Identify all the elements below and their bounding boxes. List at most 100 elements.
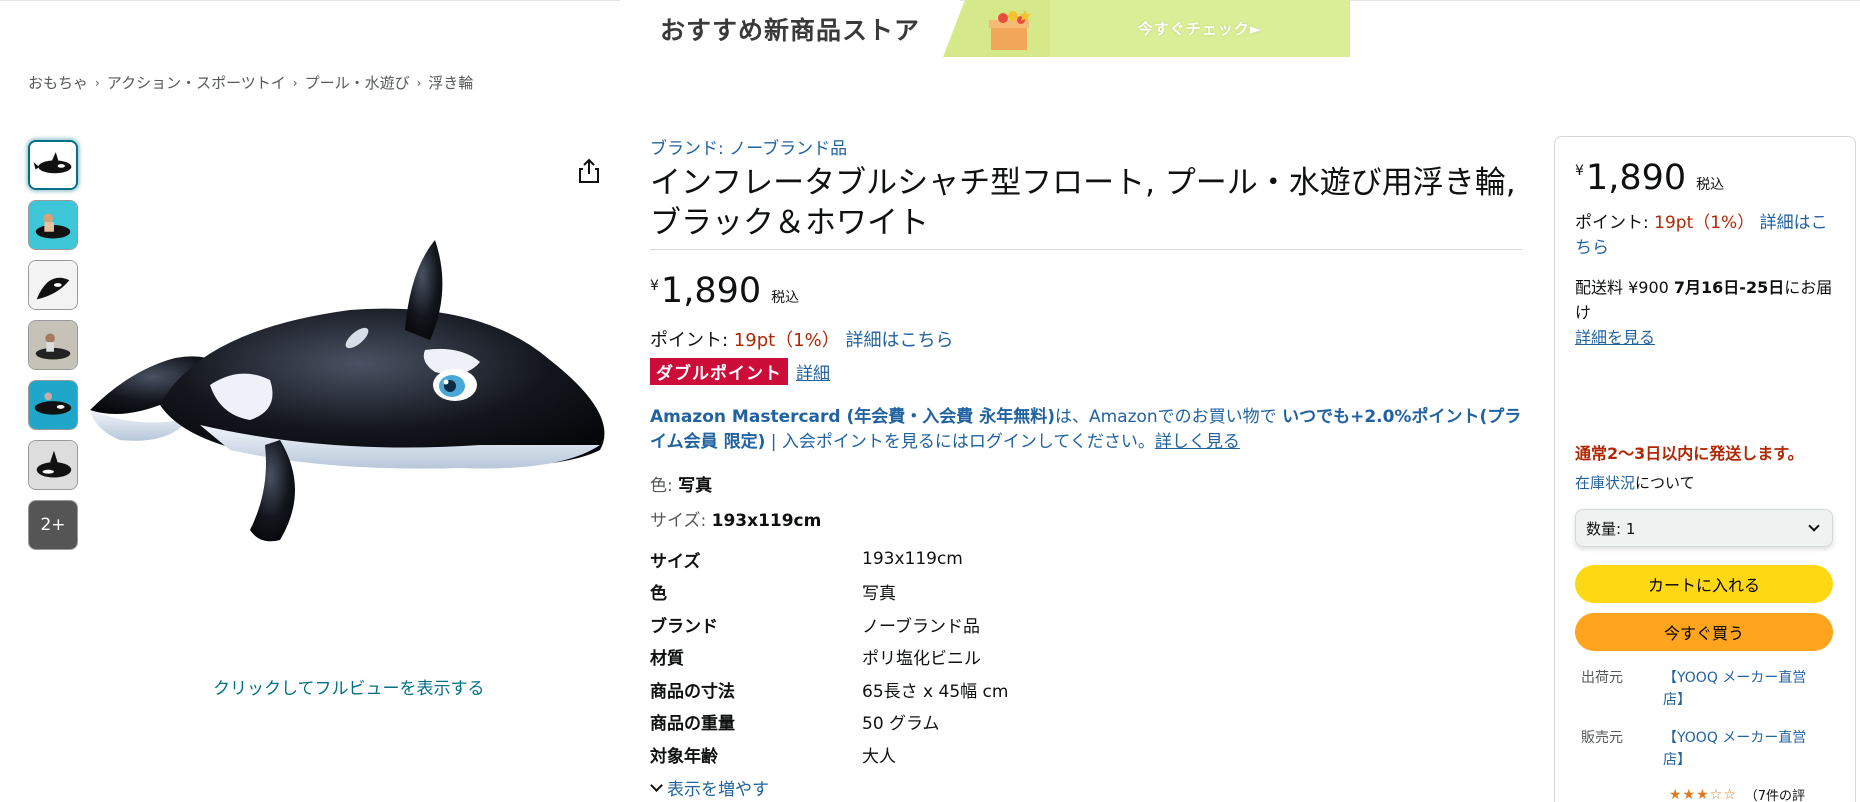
spec-key: 色 bbox=[650, 584, 667, 605]
spec-value: 写真 bbox=[862, 584, 896, 605]
breadcrumb-separator-icon: › bbox=[95, 75, 100, 90]
double-points-details-link[interactable]: 詳細 bbox=[796, 359, 830, 384]
gift-box-icon bbox=[989, 10, 1031, 50]
share-icon[interactable] bbox=[575, 157, 603, 185]
spec-key: ブランド bbox=[650, 616, 718, 637]
buybox-price-currency: ¥ bbox=[1575, 163, 1584, 179]
orca-dark-thumbnail-image bbox=[29, 441, 77, 489]
card-promo-title[interactable]: Amazon Mastercard (年会費・入会費 永年無料) bbox=[650, 407, 1055, 427]
buy-box: ¥ 1,890 税込 ポイント: 19pt（1%） 詳細はこちら 配送料 ¥90… bbox=[1554, 136, 1856, 802]
delivery-info: 配送料 ¥900 7月16日-25日にお届け 詳細を見る bbox=[1575, 275, 1835, 350]
ships-from-label: 出荷元 bbox=[1581, 670, 1623, 686]
sold-by-label: 販売元 bbox=[1581, 730, 1623, 746]
shipping-fee: 配送料 ¥900 bbox=[1575, 278, 1674, 297]
thumbnail-3[interactable] bbox=[28, 260, 78, 310]
ships-from-link[interactable]: 【YOOQ メーカー直営店】 bbox=[1663, 667, 1823, 711]
double-points-row: ダブルポイント 詳細 bbox=[650, 358, 1522, 385]
price-amount: 1,890 bbox=[660, 271, 762, 311]
product-title: インフレータブルシャチ型フロート, プール・水遊び用浮き輪, ブラック＆ホワイト bbox=[650, 163, 1522, 243]
size-value: 193x119cm bbox=[711, 511, 822, 531]
breadcrumb-separator-icon: › bbox=[416, 75, 422, 90]
buybox-price-amount: 1,890 bbox=[1585, 158, 1687, 198]
spec-value: 50 グラム bbox=[862, 714, 940, 735]
lifestyle-thumbnail-image bbox=[29, 321, 77, 369]
banner-store-title[interactable]: おすすめ新商品ストア bbox=[620, 0, 960, 57]
breadcrumb: おもちゃ › アクション・スポーツトイ › プール・水遊び › 浮き輪 bbox=[28, 72, 473, 93]
spec-row: ブランド ノーブランド品 bbox=[650, 608, 1522, 641]
fullview-link[interactable]: クリックしてフルビューを表示する bbox=[213, 674, 485, 699]
spec-value: 65長さ x 45幅 cm bbox=[862, 681, 1009, 702]
stock-availability-link[interactable]: 在庫状況 bbox=[1575, 474, 1635, 492]
thumbnail-2[interactable] bbox=[28, 200, 78, 250]
stock-note-suffix: について bbox=[1635, 474, 1695, 492]
size-selection: サイズ: 193x119cm bbox=[650, 506, 1522, 531]
thumbnail-list: 2+ bbox=[28, 140, 78, 560]
spec-value: ノーブランド品 bbox=[862, 616, 980, 637]
spec-row: サイズ 193x119cm bbox=[650, 543, 1522, 576]
title-divider bbox=[650, 249, 1522, 250]
stock-note: 在庫状況について bbox=[1575, 472, 1835, 493]
add-to-cart-button[interactable]: カートに入れる bbox=[1575, 565, 1833, 603]
star-rating-icon: ★★★☆☆ bbox=[1669, 786, 1737, 802]
spec-row: 色 写真 bbox=[650, 576, 1522, 609]
ships-from-row: 出荷元 【YOOQ メーカー直営店】 bbox=[1575, 667, 1835, 711]
spec-key: 材質 bbox=[650, 649, 684, 670]
seller-rating[interactable]: ★★★☆☆ （7件の評 bbox=[1669, 785, 1835, 802]
price-currency: ¥ bbox=[650, 278, 659, 294]
quantity-select[interactable]: 数量: 1 bbox=[1575, 509, 1833, 547]
orca-thumbnail-image bbox=[30, 142, 76, 188]
breadcrumb-action-sports[interactable]: アクション・スポーツトイ bbox=[107, 72, 286, 93]
sold-by-link[interactable]: 【YOOQ メーカー直営店】 bbox=[1663, 727, 1823, 771]
spec-value: 大人 bbox=[862, 746, 896, 767]
breadcrumb-pool-water[interactable]: プール・水遊び bbox=[305, 72, 410, 93]
points-details-link[interactable]: 詳細はこちら bbox=[845, 330, 953, 351]
promo-banner[interactable]: おすすめ新商品ストア 今すぐチェック► bbox=[620, 0, 1350, 57]
show-more-link[interactable]: 表示を増やす bbox=[650, 775, 1522, 800]
quantity-label: 数量: 1 bbox=[1586, 519, 1636, 538]
buy-now-button[interactable]: 今すぐ買う bbox=[1575, 613, 1833, 651]
thumbnail-more-button[interactable]: 2+ bbox=[28, 500, 78, 550]
breadcrumb-separator-icon: › bbox=[292, 75, 298, 90]
color-label: 色: bbox=[650, 476, 679, 496]
thumbnail-4[interactable] bbox=[28, 320, 78, 370]
product-title-line1: インフレータブルシャチ型フロート, プール・水遊び用浮き輪, bbox=[650, 165, 1516, 201]
thumbnail-6[interactable] bbox=[28, 440, 78, 490]
spec-row: 商品の寸法 65長さ x 45幅 cm bbox=[650, 673, 1522, 706]
points-value: 19pt（1%） bbox=[733, 330, 840, 351]
breadcrumb-float[interactable]: 浮き輪 bbox=[428, 72, 473, 93]
thumbnail-1[interactable] bbox=[28, 140, 78, 190]
price-tax-label: 税込 bbox=[771, 290, 800, 306]
banner-check-now-button[interactable]: 今すぐチェック► bbox=[1090, 0, 1310, 57]
buybox-tax-label: 税込 bbox=[1696, 177, 1725, 193]
chevron-down-icon bbox=[650, 778, 663, 792]
card-promo-login-text: | 入会ポイントを見るにはログインしてください。 bbox=[765, 432, 1155, 452]
buybox-points: ポイント: 19pt（1%） 詳細はこちら bbox=[1575, 211, 1835, 261]
spec-key: 商品の寸法 bbox=[650, 681, 735, 702]
buybox-points-label: ポイント: bbox=[1575, 213, 1655, 233]
spec-value: ポリ塩化ビニル bbox=[862, 649, 981, 670]
card-promo-learn-more-link[interactable]: 詳しく見る bbox=[1155, 432, 1240, 452]
main-product-image[interactable] bbox=[80, 240, 625, 560]
spec-key: 商品の重量 bbox=[650, 714, 735, 735]
color-value: 写真 bbox=[678, 476, 713, 496]
spec-value: 193x119cm bbox=[862, 549, 963, 570]
delivery-dates: 7月16日-25日 bbox=[1673, 278, 1785, 297]
points-row: ポイント: 19pt（1%） 詳細はこちら bbox=[650, 326, 1522, 352]
product-title-line2: ブラック＆ホワイト bbox=[650, 205, 929, 241]
spec-key: 対象年齢 bbox=[650, 746, 718, 767]
size-label: サイズ: bbox=[650, 511, 712, 531]
rating-count: （7件の評 bbox=[1744, 789, 1806, 802]
thumbnail-5[interactable] bbox=[28, 380, 78, 430]
sold-by-row: 販売元 【YOOQ メーカー直営店】 bbox=[1575, 727, 1835, 771]
brand-link[interactable]: ブランド: ノーブランド品 bbox=[650, 134, 1522, 159]
points-label: ポイント: bbox=[650, 330, 734, 351]
buybox-points-value: 19pt（1%） bbox=[1654, 213, 1755, 233]
orca-close-thumbnail-image bbox=[29, 261, 77, 309]
pool-orca-thumbnail-image bbox=[29, 381, 77, 429]
breadcrumb-toys[interactable]: おもちゃ bbox=[28, 72, 88, 93]
spec-row: 商品の重量 50 グラム bbox=[650, 706, 1522, 739]
spec-key: サイズ bbox=[650, 551, 701, 572]
product-details: ブランド: ノーブランド品 インフレータブルシャチ型フロート, プール・水遊び用… bbox=[650, 134, 1522, 800]
show-more-label: 表示を増やす bbox=[667, 779, 769, 800]
delivery-details-link[interactable]: 詳細を見る bbox=[1575, 328, 1655, 347]
